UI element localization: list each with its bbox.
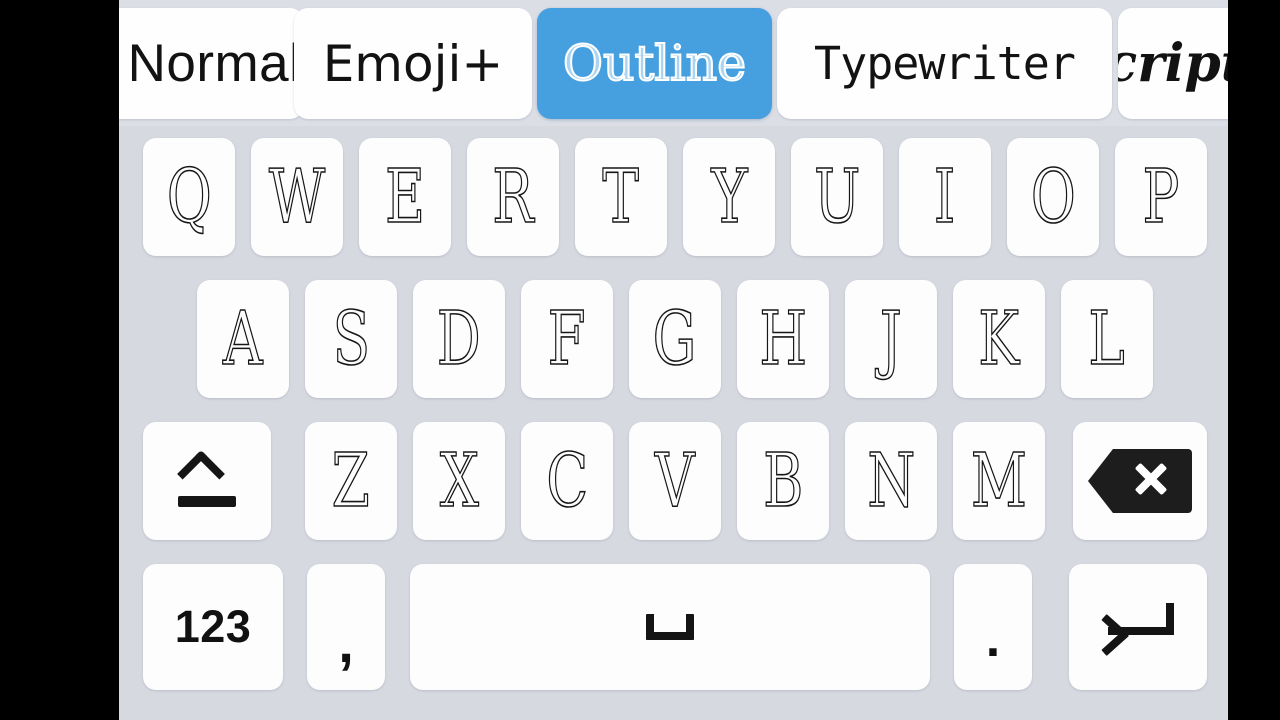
style-tab-normal[interactable]: Normal [119,8,304,119]
key-p-label: P [1142,154,1180,240]
style-tab-outline-label: Outline [562,35,747,92]
key-comma[interactable]: , [307,564,385,690]
key-x-label: X [439,438,479,524]
key-l[interactable]: L [1061,280,1153,398]
style-tab-script[interactable]: script [1118,8,1228,119]
key-a[interactable]: A [197,280,289,398]
key-e-label: E [384,154,425,240]
key-v[interactable]: V [629,422,721,540]
style-tab-typewriter[interactable]: Typewriter [777,8,1112,119]
keyboard-row-2: A S D F G H J K L [119,280,1228,406]
key-m-label: M [970,438,1028,524]
key-i[interactable]: I [899,138,991,256]
key-k-label: K [978,296,1020,382]
letterbox-right [1228,0,1280,720]
style-tab-outline[interactable]: Outline [537,8,772,119]
key-n[interactable]: N [845,422,937,540]
key-p[interactable]: P [1115,138,1207,256]
key-h-label: H [759,296,808,382]
key-t[interactable]: T [575,138,667,256]
shift-icon [176,449,238,507]
key-u[interactable]: U [791,138,883,256]
key-b-label: B [762,438,804,524]
key-r[interactable]: R [467,138,559,256]
key-shift[interactable] [143,422,271,540]
key-b[interactable]: B [737,422,829,540]
font-style-selector: Normal Emoji+ Outline Typewriter script [119,0,1228,126]
space-icon [646,614,694,640]
key-y-label: Y [710,154,748,240]
style-tab-emoji-plus[interactable]: Emoji+ [294,8,532,119]
key-g-label: G [653,296,698,382]
key-numbers-label: 123 [174,601,252,652]
enter-icon [1101,599,1174,656]
key-g[interactable]: G [629,280,721,398]
keyboard-row-4: 123 , . [119,564,1228,696]
key-numbers[interactable]: 123 [143,564,283,690]
key-j[interactable]: J [845,280,937,398]
key-space[interactable] [410,564,930,690]
key-z[interactable]: Z [305,422,397,540]
key-h[interactable]: H [737,280,829,398]
qwerty-keyboard: Q W E R T Y U I O P A S D F G H J K L Z … [119,126,1228,720]
key-c-label: C [545,438,588,524]
key-q-label: Q [166,154,212,240]
letterbox-left [0,0,119,720]
key-v-label: V [655,438,696,524]
key-x[interactable]: X [413,422,505,540]
style-tab-script-label: script [1118,32,1228,94]
keyboard-row-1: Q W E R T Y U I O P [119,138,1228,264]
key-f[interactable]: F [521,280,613,398]
style-tab-emoji-plus-label: Emoji+ [322,34,504,93]
key-o-label: O [1030,154,1076,240]
key-k[interactable]: K [953,280,1045,398]
app-viewport: Normal Emoji+ Outline Typewriter script … [119,0,1228,720]
key-r-label: R [492,154,534,240]
key-c[interactable]: C [521,422,613,540]
key-f-label: F [547,296,586,382]
key-d-label: D [436,296,481,382]
key-o[interactable]: O [1007,138,1099,256]
key-s[interactable]: S [305,280,397,398]
backspace-icon [1088,449,1192,513]
keyboard-row-3: Z X C V B N M [119,422,1228,548]
style-tab-typewriter-label: Typewriter [814,37,1076,90]
key-y[interactable]: Y [683,138,775,256]
key-w[interactable]: W [251,138,343,256]
key-m[interactable]: M [953,422,1045,540]
key-d[interactable]: D [413,280,505,398]
key-i-label: I [934,154,957,240]
key-z-label: Z [331,438,371,524]
key-e[interactable]: E [359,138,451,256]
key-l-label: L [1088,296,1126,382]
screen: Normal Emoji+ Outline Typewriter script … [0,0,1280,720]
key-j-label: J [879,296,902,382]
key-backspace[interactable] [1073,422,1207,540]
key-w-label: W [268,154,326,240]
key-t-label: T [602,154,640,240]
key-q[interactable]: Q [143,138,235,256]
key-a-label: A [223,296,264,382]
key-u-label: U [813,154,861,240]
key-n-label: N [866,438,915,524]
key-enter[interactable] [1069,564,1207,690]
style-tab-normal-label: Normal [127,34,302,93]
key-period[interactable]: . [954,564,1032,690]
key-s-label: S [332,296,371,382]
